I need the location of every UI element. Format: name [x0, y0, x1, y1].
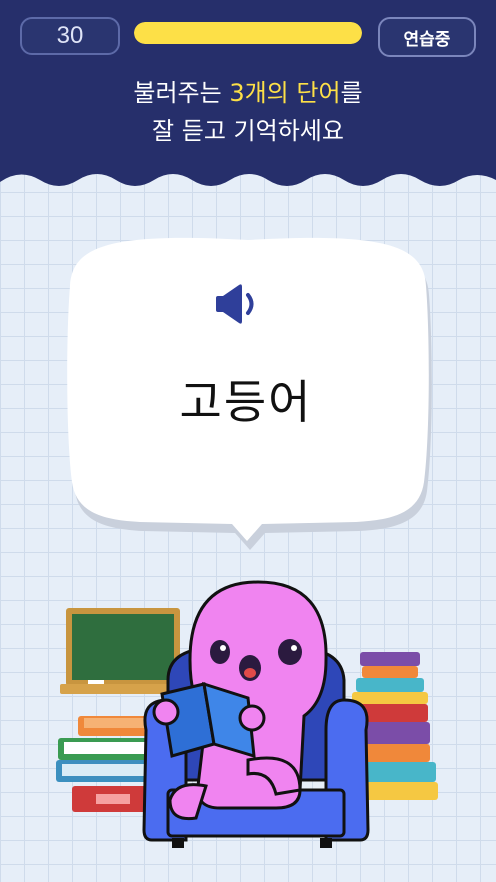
play-audio-button[interactable]	[212, 282, 264, 326]
chalkboard-icon	[60, 608, 184, 694]
illustration	[56, 580, 438, 848]
target-word: 고등어	[179, 375, 313, 429]
word-card	[67, 237, 432, 550]
speaker-icon	[216, 284, 254, 324]
